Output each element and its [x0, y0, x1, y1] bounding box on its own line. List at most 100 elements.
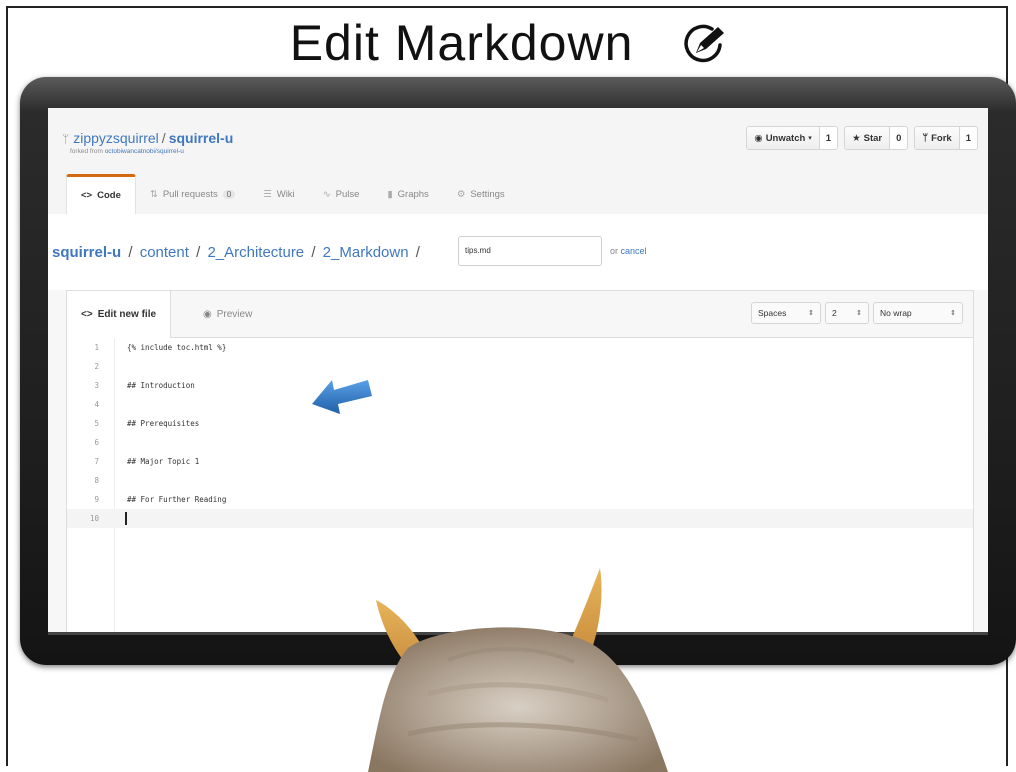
unwatch-button[interactable]: ◉ Unwatch ▾ [747, 127, 820, 149]
breadcrumb-separator: / [128, 244, 133, 261]
line-number: 9 [94, 495, 99, 504]
repo-header: ᛘ zippyzsquirrel / squirrel-u forked from o… [48, 108, 988, 215]
line-number: 3 [94, 381, 99, 390]
forked-from-link[interactable]: octobiwancatnobi/squirrel-u [105, 148, 184, 155]
line-number: 1 [94, 343, 99, 352]
repo-nav-tabs: <> Code ⇅ Pull requests 0 ☰ Wiki ∿ Pulse… [66, 174, 519, 215]
breadcrumb-link-architecture[interactable]: 2_Architecture [207, 244, 304, 261]
monitor-screen: ᛘ zippyzsquirrel / squirrel-u forked from o… [48, 108, 988, 635]
breadcrumb-separator: / [311, 244, 316, 261]
fork-button[interactable]: ᛘ Fork [915, 127, 960, 149]
text-cursor [125, 512, 127, 525]
indent-mode-select[interactable]: Spaces ⇕ [751, 302, 821, 324]
forked-from-note: forked from octobiwancatnobi/squirrel-u [70, 148, 184, 155]
line-text: ## Introduction [127, 381, 195, 390]
editor-options: Spaces ⇕ 2 ⇕ No wrap ⇕ [751, 302, 963, 324]
indent-mode-value: Spaces [758, 308, 787, 318]
slide-title: Edit Markdown [0, 10, 1016, 72]
line-number: 7 [94, 457, 99, 466]
slide-title-text: Edit Markdown [289, 14, 634, 71]
repo-title: ᛘ zippyzsquirrel / squirrel-u [62, 130, 233, 146]
line-number: 4 [94, 400, 99, 409]
pulse-icon: ∿ [322, 188, 331, 200]
tab-pulse-label: Pulse [335, 188, 360, 200]
repo-forked-icon: ᛘ [62, 132, 70, 146]
star-button[interactable]: ★ Star [845, 127, 891, 149]
tab-preview-label: Preview [216, 308, 253, 320]
line-text: ## Major Topic 1 [127, 457, 200, 466]
select-arrows-icon: ⇕ [856, 310, 862, 317]
line-text: ## For Further Reading [127, 495, 227, 504]
book-icon: ☰ [263, 188, 272, 200]
tab-pulse[interactable]: ∿ Pulse [309, 174, 374, 214]
line-number: 6 [94, 438, 99, 447]
pointer-arrow-icon [312, 380, 372, 414]
tab-preview[interactable]: ◉ Preview [189, 291, 266, 337]
tab-graphs[interactable]: ▮ Graphs [373, 174, 442, 214]
breadcrumb: squirrel-u / content / 2_Architecture / … [52, 244, 423, 261]
code-line-active: 10 [67, 509, 973, 528]
or-text: or [610, 246, 619, 256]
edit-pencil-icon [684, 24, 725, 62]
tab-code[interactable]: <> Code [66, 174, 136, 215]
tab-settings[interactable]: ⚙ Settings [443, 174, 519, 214]
code-line: 7 ## Major Topic 1 [67, 452, 973, 471]
breadcrumb-separator: / [196, 244, 201, 261]
tab-graphs-label: Graphs [397, 188, 429, 200]
star-icon: ★ [852, 132, 861, 144]
tab-code-label: Code [97, 190, 121, 201]
pull-requests-count-badge: 0 [222, 189, 236, 199]
tab-wiki[interactable]: ☰ Wiki [249, 174, 308, 214]
editor-header: <> Edit new file ◉ Preview Spaces ⇕ 2 ⇕ … [67, 291, 973, 338]
fork-icon: ᛘ [922, 132, 929, 144]
cancel-link[interactable]: cancel [621, 246, 647, 256]
unwatch-label: Unwatch [765, 132, 806, 144]
breadcrumb-link-content[interactable]: content [140, 244, 189, 261]
repo-title-separator: / [161, 130, 166, 146]
pull-request-icon: ⇅ [149, 188, 158, 200]
breadcrumb-root-link[interactable]: squirrel-u [52, 244, 121, 261]
tab-wiki-label: Wiki [276, 188, 295, 200]
repo-owner-link[interactable]: zippyzsquirrel [73, 130, 159, 146]
line-number: 10 [89, 514, 99, 523]
eye-icon: ◉ [203, 308, 212, 320]
code-line: 5 ## Prerequisites [67, 414, 973, 433]
code-line: 1 {% include toc.html %} [67, 338, 973, 357]
select-arrows-icon: ⇕ [808, 310, 814, 317]
cancel-note: or cancel [610, 246, 647, 256]
fork-group: ᛘ Fork 1 [914, 126, 978, 150]
select-arrows-icon: ⇕ [950, 310, 956, 317]
code-line: 8 [67, 471, 973, 490]
forks-count[interactable]: 1 [959, 127, 977, 149]
code-icon: <> [81, 309, 93, 320]
code-line: 2 [67, 357, 973, 376]
watchers-count[interactable]: 1 [819, 127, 838, 149]
breadcrumb-link-markdown[interactable]: 2_Markdown [323, 244, 409, 261]
breadcrumb-row: squirrel-u / content / 2_Architecture / … [48, 214, 988, 290]
fork-label: Fork [931, 132, 952, 144]
line-number: 5 [94, 419, 99, 428]
stars-count[interactable]: 0 [890, 127, 908, 149]
tab-edit-new-file[interactable]: <> Edit new file [67, 291, 172, 338]
wrap-mode-select[interactable]: No wrap ⇕ [873, 302, 963, 324]
line-number: 8 [94, 476, 99, 485]
tab-pull-requests[interactable]: ⇅ Pull requests 0 [136, 174, 249, 214]
code-line: 4 [67, 395, 973, 414]
wrap-mode-value: No wrap [880, 308, 912, 318]
repo-actions: ◉ Unwatch ▾ 1 ★ Star 0 ᛘ Fork 1 [746, 126, 978, 150]
code-line: 9 ## For Further Reading [67, 490, 973, 509]
code-line: 6 [67, 433, 973, 452]
tab-pull-requests-label: Pull requests [162, 188, 218, 200]
star-group: ★ Star 0 [844, 126, 909, 150]
forked-from-prefix: forked from [70, 148, 103, 155]
star-label: Star [863, 132, 883, 144]
filename-input[interactable]: tips.md [458, 236, 602, 266]
repo-name-link[interactable]: squirrel-u [169, 130, 234, 146]
squirrel-image [368, 568, 668, 772]
indent-size-select[interactable]: 2 ⇕ [825, 302, 869, 324]
code-line: 3 ## Introduction [67, 376, 973, 395]
line-text: {% include toc.html %} [127, 343, 227, 352]
caret-down-icon: ▾ [808, 135, 812, 142]
unwatch-group: ◉ Unwatch ▾ 1 [746, 126, 839, 150]
breadcrumb-separator: / [415, 244, 420, 261]
